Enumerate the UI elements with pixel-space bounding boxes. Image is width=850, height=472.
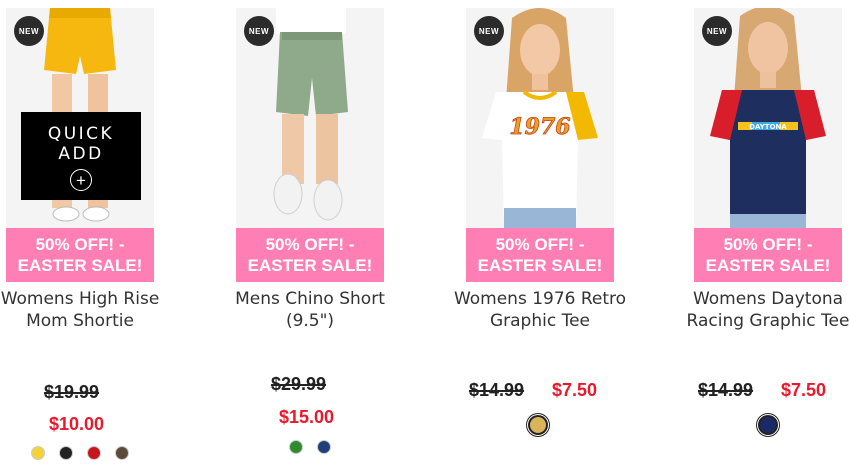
sale-banner: 50% OFF! - EASTER SALE! xyxy=(466,228,614,282)
sale-banner: 50% OFF! - EASTER SALE! xyxy=(6,228,154,282)
new-badge: NEW xyxy=(702,16,732,46)
color-swatches xyxy=(290,441,346,453)
color-swatch-yellow[interactable] xyxy=(32,447,44,459)
product-card[interactable]: NEW QUICK ADD + 50% OFF! - EASTER SALE! … xyxy=(1,8,159,459)
product-title[interactable]: Womens Daytona Racing Graphic Tee xyxy=(680,288,850,332)
product-image[interactable]: DAYTONA NEW xyxy=(694,8,842,228)
sale-banner: 50% OFF! - EASTER SALE! xyxy=(694,228,842,282)
product-image[interactable]: NEW xyxy=(236,8,384,228)
sale-price: $7.50 xyxy=(781,380,827,400)
product-title[interactable]: Mens Chino Short (9.5") xyxy=(222,288,398,332)
original-price: $29.99 xyxy=(271,374,327,394)
plus-icon: + xyxy=(70,169,92,191)
quick-add-label: QUICK ADD xyxy=(47,124,115,164)
svg-text:DAYTONA: DAYTONA xyxy=(749,123,787,131)
color-swatch-black[interactable] xyxy=(60,447,72,459)
sale-price: $7.50 xyxy=(552,380,598,400)
new-badge: NEW xyxy=(14,16,44,46)
color-swatches xyxy=(760,417,792,433)
product-card[interactable]: DAYTONA NEW 50% OFF! - EASTER SALE! Wome… xyxy=(687,8,849,433)
sale-price: $15.00 xyxy=(279,407,335,427)
svg-text:1976: 1976 xyxy=(509,114,570,140)
product-title[interactable]: Womens 1976 Retro Graphic Tee xyxy=(452,288,628,332)
product-image[interactable]: NEW QUICK ADD + xyxy=(6,8,154,228)
color-swatch-red[interactable] xyxy=(88,447,100,459)
color-swatch-navy[interactable] xyxy=(760,417,776,433)
sale-banner: 50% OFF! - EASTER SALE! xyxy=(236,228,384,282)
sale-price: $10.00 xyxy=(49,414,105,434)
original-price: $19.99 xyxy=(44,382,100,402)
product-card[interactable]: 1976 NEW 50% OFF! - EASTER SALE! Womens … xyxy=(454,8,626,433)
original-price: $14.99 xyxy=(698,380,754,400)
color-swatches xyxy=(530,417,562,433)
new-badge: NEW xyxy=(474,16,504,46)
original-price: $14.99 xyxy=(469,380,525,400)
product-image[interactable]: 1976 NEW xyxy=(466,8,614,228)
product-title[interactable]: Womens High Rise Mom Shortie xyxy=(0,288,168,332)
color-swatches xyxy=(32,447,144,459)
quick-add-button[interactable]: QUICK ADD + xyxy=(21,112,141,200)
new-badge: NEW xyxy=(244,16,274,46)
color-swatch-green[interactable] xyxy=(290,441,302,453)
color-swatch-mustard[interactable] xyxy=(530,417,546,433)
product-card[interactable]: NEW 50% OFF! - EASTER SALE! Mens Chino S… xyxy=(235,8,385,453)
color-swatch-navy[interactable] xyxy=(318,441,330,453)
color-swatch-brown[interactable] xyxy=(116,447,128,459)
